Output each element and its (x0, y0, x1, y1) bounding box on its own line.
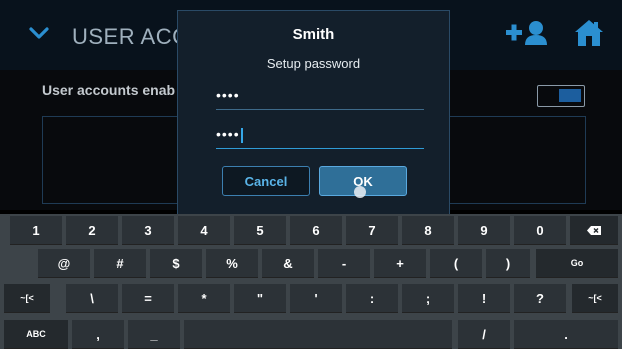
key-dollar[interactable]: $ (150, 249, 202, 278)
toggle-knob (559, 89, 581, 102)
key-equals[interactable]: = (122, 284, 174, 313)
soft-keyboard: 1 2 3 4 5 6 7 8 9 0 @ # $ % & - + ( ) Go… (0, 214, 622, 349)
key-more-symbols-left[interactable]: ~[< (4, 284, 50, 313)
go-key[interactable]: Go (536, 249, 618, 278)
cancel-button[interactable]: Cancel (222, 166, 310, 196)
key-colon[interactable]: : (346, 284, 398, 313)
key-comma[interactable]: , (72, 320, 124, 349)
confirm-password-value: •••• (216, 126, 240, 142)
key-question[interactable]: ? (514, 284, 566, 313)
key-slash[interactable]: / (458, 320, 510, 349)
key-8[interactable]: 8 (402, 216, 454, 245)
dialog-title: Smith (292, 26, 335, 43)
password-value: •••• (216, 87, 240, 103)
key-semicolon[interactable]: ; (402, 284, 454, 313)
space-key[interactable] (184, 320, 452, 349)
backspace-key[interactable] (570, 216, 618, 245)
touch-indicator (354, 186, 366, 198)
key-double-quote[interactable]: " (234, 284, 286, 313)
key-plus[interactable]: + (374, 249, 426, 278)
key-exclamation[interactable]: ! (458, 284, 510, 313)
key-minus[interactable]: - (318, 249, 370, 278)
key-open-paren[interactable]: ( (430, 249, 482, 278)
confirm-password-content: •••• (216, 126, 243, 143)
key-at[interactable]: @ (38, 249, 90, 278)
key-9[interactable]: 9 (458, 216, 510, 245)
key-0[interactable]: 0 (514, 216, 566, 245)
text-cursor (240, 127, 243, 143)
key-1[interactable]: 1 (10, 216, 62, 245)
abc-key[interactable]: ABC (4, 320, 68, 349)
confirm-password-field[interactable]: •••• (216, 126, 424, 149)
home-icon[interactable] (574, 18, 604, 48)
key-ampersand[interactable]: & (262, 249, 314, 278)
add-user-icon[interactable] (503, 20, 551, 46)
key-percent[interactable]: % (206, 249, 258, 278)
key-4[interactable]: 4 (178, 216, 230, 245)
key-5[interactable]: 5 (234, 216, 286, 245)
setup-password-dialog: Smith Setup password •••• •••• Cancel OK (177, 10, 450, 214)
key-7[interactable]: 7 (346, 216, 398, 245)
key-single-quote[interactable]: ' (290, 284, 342, 313)
password-field[interactable]: •••• (216, 87, 424, 110)
chevron-down-icon[interactable] (28, 22, 50, 44)
dialog-subtitle: Setup password (266, 56, 361, 71)
key-period[interactable]: . (514, 320, 618, 349)
key-2[interactable]: 2 (66, 216, 118, 245)
key-underscore[interactable]: _ (128, 320, 180, 349)
key-asterisk[interactable]: * (178, 284, 230, 313)
accounts-toggle[interactable] (537, 85, 585, 107)
backspace-icon (587, 225, 601, 235)
accounts-enabled-label: User accounts enab (42, 82, 176, 98)
key-more-symbols-right[interactable]: ~[< (572, 284, 618, 313)
key-close-paren[interactable]: ) (486, 249, 530, 278)
key-3[interactable]: 3 (122, 216, 174, 245)
key-backslash[interactable]: \ (66, 284, 118, 313)
key-hash[interactable]: # (94, 249, 146, 278)
key-6[interactable]: 6 (290, 216, 342, 245)
